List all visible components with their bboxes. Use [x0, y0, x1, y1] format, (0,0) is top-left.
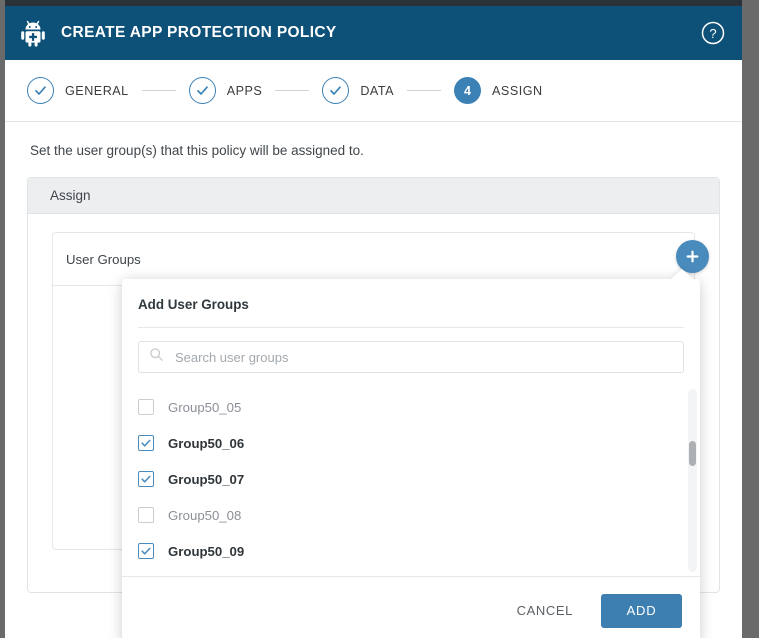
- list-scrollbar-track[interactable]: [688, 389, 697, 572]
- list-item-label: Group50_09: [168, 543, 245, 559]
- add-button[interactable]: ADD: [601, 593, 682, 628]
- search-input[interactable]: [173, 348, 673, 366]
- user-groups-header: User Groups: [53, 233, 709, 285]
- list-item[interactable]: Group50_06: [138, 425, 684, 461]
- list-item[interactable]: Group50_08: [138, 497, 684, 533]
- step-assign[interactable]: 4 ASSIGN: [454, 77, 543, 104]
- checkbox-checked-icon[interactable]: [138, 435, 154, 451]
- app-panel: CREATE APP PROTECTION POLICY ? GENERAL A…: [5, 6, 742, 638]
- checkbox-checked-icon[interactable]: [138, 471, 154, 487]
- user-groups-label: User Groups: [66, 251, 141, 267]
- list-item-label: Group50_05: [168, 399, 242, 415]
- popup-title: Add User Groups: [138, 297, 249, 312]
- popup-arrow: [670, 269, 694, 280]
- step-separator: [275, 90, 310, 91]
- android-robot-shield-icon: [18, 18, 48, 48]
- step-apps-check-icon: [188, 77, 216, 104]
- plus-icon: [686, 250, 699, 263]
- app-header: CREATE APP PROTECTION POLICY ?: [5, 6, 742, 60]
- step-data-check-icon: [322, 77, 350, 104]
- list-item-label: Group50_08: [168, 507, 242, 523]
- page-title: CREATE APP PROTECTION POLICY: [61, 24, 337, 41]
- popup-divider: [138, 327, 684, 328]
- checkbox-unchecked-icon[interactable]: [138, 507, 154, 523]
- step-assign-label: ASSIGN: [492, 83, 543, 98]
- step-general-label: GENERAL: [65, 83, 129, 98]
- list-item-label: Group50_06: [168, 435, 245, 451]
- search-icon: [149, 347, 164, 367]
- step-apps-label: APPS: [226, 83, 263, 98]
- search-field-wrapper[interactable]: [138, 341, 684, 373]
- list-item[interactable]: Group50_09: [138, 533, 684, 569]
- step-data[interactable]: DATA: [322, 77, 394, 104]
- assign-card-header: Assign: [28, 178, 719, 214]
- step-separator: [141, 90, 176, 91]
- checkbox-checked-icon[interactable]: [138, 543, 154, 559]
- user-groups-list: Group50_05 Group50_06 Group50_07 Group50…: [122, 389, 700, 572]
- step-general[interactable]: GENERAL: [27, 77, 129, 104]
- help-circle-icon[interactable]: ?: [700, 20, 726, 46]
- window-chrome-right: [742, 0, 759, 638]
- list-item[interactable]: Group50_05: [138, 389, 684, 425]
- step-general-check-icon: [27, 77, 54, 104]
- instruction-text: Set the user group(s) that this policy w…: [30, 143, 364, 158]
- step-separator: [407, 90, 442, 91]
- add-user-groups-popup: Add User Groups Group50_05: [122, 269, 700, 638]
- popup-footer: CANCEL ADD: [122, 576, 700, 638]
- list-scrollbar-thumb[interactable]: [689, 441, 696, 466]
- step-data-label: DATA: [360, 83, 395, 98]
- step-assign-number: 4: [454, 77, 482, 104]
- screen-root: CREATE APP PROTECTION POLICY ? GENERAL A…: [0, 0, 759, 638]
- wizard-stepper: GENERAL APPS DATA 4 ASSIGN: [5, 60, 742, 122]
- cancel-button[interactable]: CANCEL: [511, 595, 579, 626]
- list-item-label: Group50_07: [168, 471, 245, 487]
- list-item[interactable]: Group50_07: [138, 461, 684, 497]
- svg-text:?: ?: [709, 26, 716, 41]
- checkbox-unchecked-icon[interactable]: [138, 399, 154, 415]
- step-apps[interactable]: APPS: [188, 77, 263, 104]
